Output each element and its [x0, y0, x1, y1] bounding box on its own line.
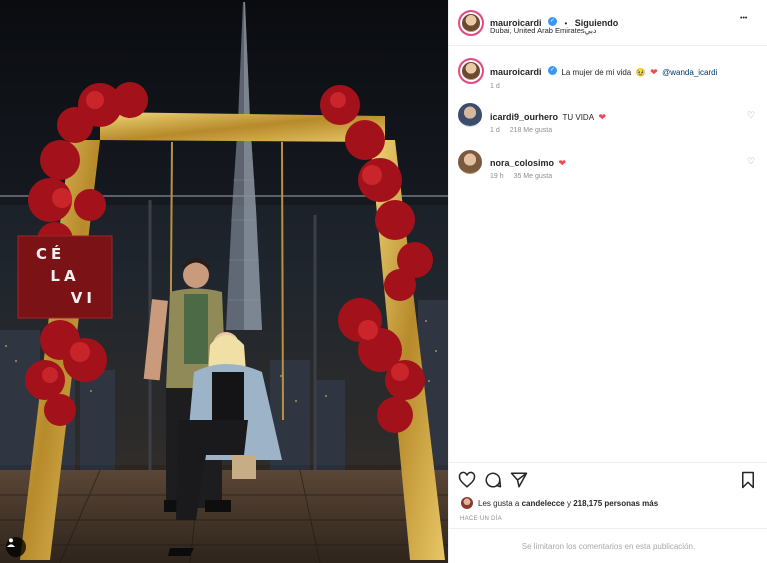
comment-heart-icon: ❤ — [558, 158, 567, 168]
post-header: mauroicardi ✓ • Siguiendo Dubai, United … — [449, 0, 767, 46]
comment-meta: 19 h 35 Me gusta — [490, 173, 552, 180]
comments-limited-notice: Se limitaron los comentarios en esta pub… — [449, 528, 767, 563]
likes-prefix: Les gusta a — [478, 499, 520, 508]
likes-user-link[interactable]: candelecce — [522, 499, 565, 508]
verified-badge-icon: ✓ — [547, 66, 557, 76]
comment-bubble-icon[interactable] — [484, 471, 502, 489]
post-side-panel: mauroicardi ✓ • Siguiendo Dubai, United … — [448, 0, 767, 563]
sign-text: CÉ LA VI — [18, 243, 112, 309]
caption-row: mauroicardi ✓ La mujer de mi vida 🥹 ❤ @w… — [490, 62, 717, 80]
sign-line-3: VI — [70, 289, 96, 307]
paper-plane-icon[interactable] — [510, 471, 528, 489]
comment-avatar[interactable] — [458, 150, 482, 174]
sign-line-2: LA — [50, 267, 80, 285]
likes-summary: Les gusta a candelecce y 218,175 persona… — [478, 499, 658, 508]
liker-avatar[interactable] — [461, 497, 473, 509]
post-timestamp: HACE UN DÍA — [460, 516, 502, 522]
post-location[interactable]: Dubai, United Arab Emiratesدبي — [490, 26, 596, 35]
comment-username[interactable]: icardi9_ourhero — [490, 112, 558, 122]
caption-heart-icon: ❤ — [650, 67, 658, 77]
comment-row: icardi9_ourhero TU VIDA ❤ — [490, 107, 606, 125]
likes-connector: y — [566, 499, 571, 508]
comment-likes[interactable]: 35 Me gusta — [514, 173, 553, 180]
comment-like-icon[interactable]: ♡ — [747, 110, 755, 121]
comment-heart-icon: ❤ — [598, 112, 607, 122]
verified-badge-icon: ✓ — [547, 17, 557, 27]
comment-time: 1 d — [490, 127, 500, 134]
comment-avatar[interactable] — [458, 103, 482, 127]
heart-outline-icon[interactable] — [458, 471, 476, 489]
author-avatar[interactable] — [458, 10, 484, 36]
action-bar — [449, 462, 767, 494]
post-photo[interactable]: CÉ LA VI — [0, 0, 448, 563]
more-dots-icon[interactable]: ••• — [740, 15, 747, 22]
instagram-user-icon[interactable] — [6, 537, 26, 557]
sign-line-1: CÉ — [36, 245, 66, 263]
caption-time: 1 d — [490, 83, 500, 90]
comment-username[interactable]: nora_colosimo — [490, 158, 554, 168]
bookmark-icon[interactable] — [739, 471, 757, 489]
comment-like-icon[interactable]: ♡ — [747, 156, 755, 167]
comment-time: 19 h — [490, 173, 504, 180]
caption-text: La mujer de mi vida — [561, 68, 632, 77]
caption-avatar[interactable] — [458, 58, 484, 84]
caption-emoji: 🥹 — [635, 68, 646, 77]
likes-count-link[interactable]: 218,175 personas más — [573, 499, 658, 508]
caption-username[interactable]: mauroicardi — [490, 67, 542, 77]
comment-row: nora_colosimo ❤ — [490, 153, 566, 171]
comment-text: TU VIDA — [562, 113, 595, 122]
comment-meta: 1 d 218 Me gusta — [490, 127, 552, 134]
caption-mention-link[interactable]: @wanda_icardi — [662, 68, 717, 77]
comment-likes[interactable]: 218 Me gusta — [510, 127, 552, 134]
